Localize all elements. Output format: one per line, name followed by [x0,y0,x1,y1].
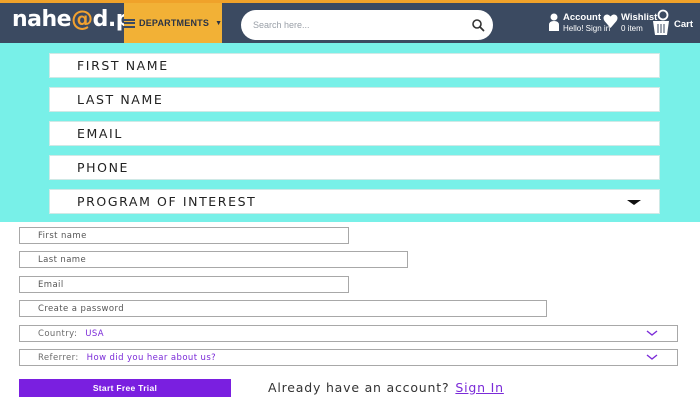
hamburger-icon [124,18,135,28]
cart-icon [653,9,669,35]
referrer-select[interactable]: Referrer: How did you hear about us? [19,349,678,366]
search-bar [241,10,493,40]
user-icon [549,13,559,31]
first-name-field[interactable]: FIRST NAME [49,53,660,78]
signin-link[interactable]: Sign In [455,380,503,395]
password-placeholder: Create a password [38,303,125,314]
start-free-trial-button[interactable]: Start Free Trial [19,379,231,397]
country-prompt: Country: [38,328,78,339]
country-select[interactable]: Country: USA [19,325,678,342]
program-of-interest-label: PROGRAM OF INTEREST [77,194,257,209]
signin-prompt-line: Already have an account? Sign In [268,380,504,395]
heart-icon [603,14,618,28]
account-link[interactable]: Account Hello! Sign in [548,12,610,34]
last-name-field[interactable]: LAST NAME [49,87,660,112]
search-icon[interactable] [471,18,485,32]
cart-label: Cart [674,18,694,30]
referrer-prompt: Referrer: [38,352,79,363]
chevron-down-icon [646,330,658,336]
interest-form: FIRST NAME LAST NAME EMAIL PHONE PROGRAM… [0,43,700,222]
caret-down-icon: ▼ [215,19,222,27]
last-name-input[interactable]: Last name [19,251,408,268]
email-placeholder: Email [38,279,64,290]
site-header: nahe@d.pk DEPARTMENTS ▼ Account Hello! S… [0,0,700,43]
referrer-value: How did you hear about us? [86,352,217,363]
logo-text-start: nahe [12,7,72,32]
first-name-placeholder: First name [38,230,87,241]
email-field[interactable]: EMAIL [49,121,660,146]
logo-text-accent: @ [71,7,93,32]
cart-link[interactable]: Cart [651,9,693,39]
departments-label: DEPARTMENTS [139,18,210,28]
email-input[interactable]: Email [19,276,349,293]
signin-prompt: Already have an account? [268,380,450,395]
chevron-down-icon [646,354,658,360]
departments-button[interactable]: DEPARTMENTS ▼ [124,3,222,43]
program-of-interest-select[interactable]: PROGRAM OF INTEREST [49,189,660,214]
phone-field[interactable]: PHONE [49,155,660,180]
wishlist-link[interactable]: Wishlist 0 item [603,12,657,34]
caret-down-icon [627,200,641,205]
last-name-placeholder: Last name [38,254,87,265]
first-name-input[interactable]: First name [19,227,349,244]
password-input[interactable]: Create a password [19,300,547,317]
search-input[interactable] [253,20,453,30]
country-value: USA [85,328,105,339]
